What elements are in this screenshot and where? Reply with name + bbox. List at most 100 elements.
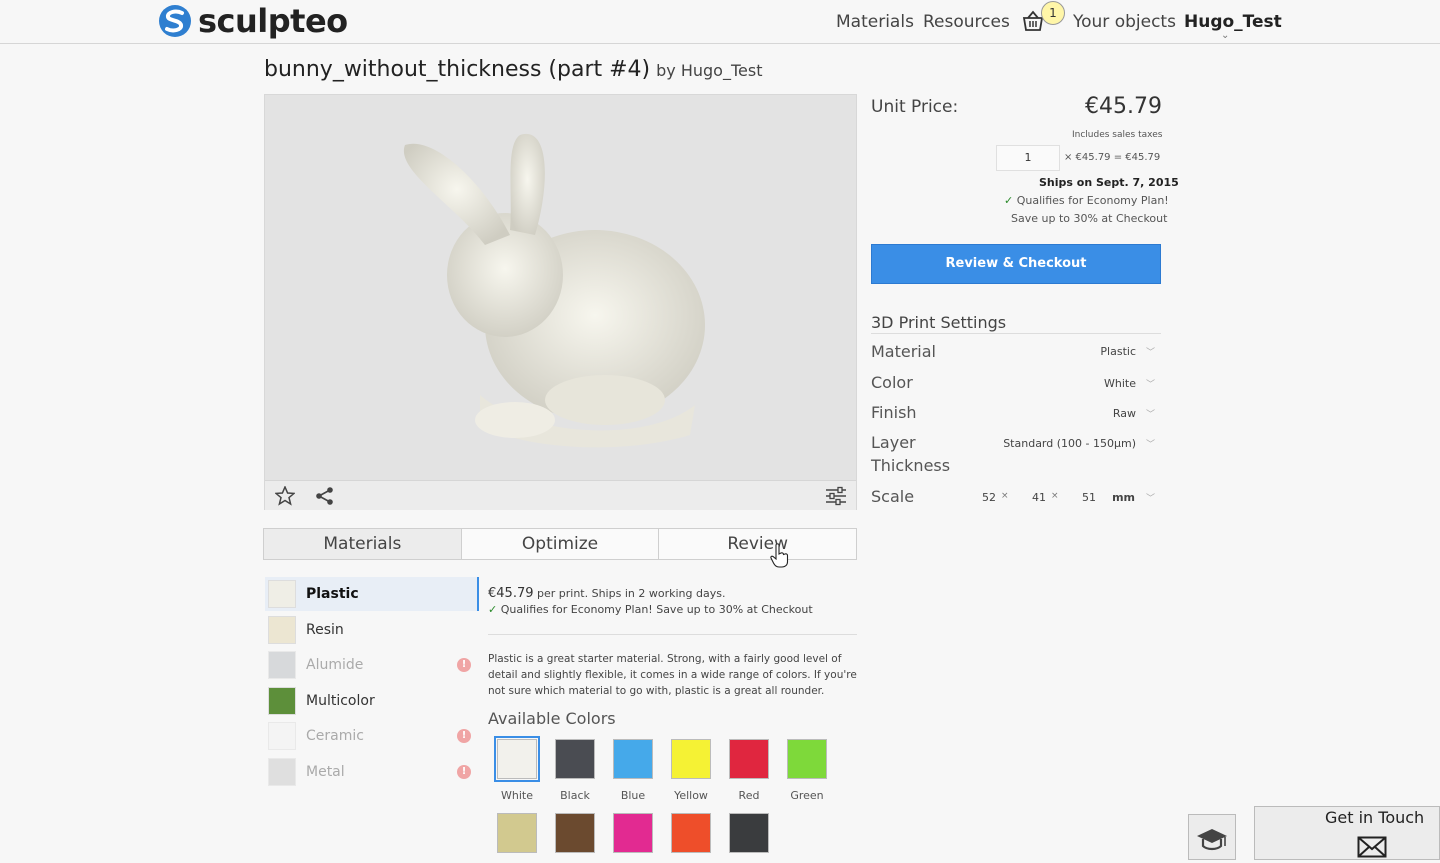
chevron-down-icon[interactable]: ﹀ [1146,345,1155,358]
material-swatch [268,615,296,644]
finish-setting-label: Finish [871,403,917,422]
nav-your-objects[interactable]: Your objects [1073,12,1176,32]
sculpteo-logo-icon [159,5,191,37]
bunny-model-render [403,133,705,448]
scale-x-input[interactable]: 52 [976,491,996,504]
share-icon[interactable] [315,486,335,506]
model-viewer[interactable] [264,94,857,510]
material-item-alumide[interactable]: Alumide! [265,648,477,682]
chevron-down-icon[interactable]: ﹀ [1146,491,1155,504]
color-label: Red [738,789,760,802]
chevron-down-icon: ⌄ [1221,30,1230,41]
qualifies-text: Qualifies for Economy Plan! [1016,194,1169,207]
scale-y-input[interactable]: 41 [1026,491,1046,504]
cart-count-badge: 1 [1041,1,1065,25]
color-swatch-green[interactable] [787,739,827,779]
material-setting-label: Material [871,342,936,361]
object-author[interactable]: by Hugo_Test [656,61,762,80]
unit-price-label: Unit Price: [871,97,959,117]
material-swatch [268,722,296,750]
quantity-calc: × €45.79 = €45.79 [1064,152,1161,163]
color-swatch-red[interactable] [729,739,769,779]
material-item-multicolor[interactable]: Multicolor [265,684,477,718]
material-swatch [268,651,296,679]
layer-setting-value[interactable]: Standard (100 - 150µm) [990,437,1136,450]
color-label: Yellow [674,789,708,802]
color-swatch-black[interactable] [555,739,595,779]
sculpteo-logo[interactable]: sculpteo [158,2,348,40]
material-price-line: €45.79 per print. Ships in 2 working day… [488,586,725,601]
check-icon: ✓ [488,603,498,616]
material-item-resin[interactable]: Resin [265,613,477,647]
divider [871,333,1161,334]
scale-z-input[interactable]: 51 [1076,491,1096,504]
material-item-plastic[interactable]: Plastic [265,577,477,611]
material-item-ceramic[interactable]: Ceramic! [265,719,477,753]
material-price-suffix: per print. Ships in 2 working days. [537,587,726,600]
tab-review[interactable]: Review [658,529,857,559]
color-swatch[interactable] [729,813,769,853]
layer-setting-label: Layer Thickness [871,431,950,477]
finish-setting-value[interactable]: Raw [1060,407,1136,420]
material-label: Plastic [306,586,359,602]
material-description: Plastic is a great starter material. Str… [488,653,857,697]
layer-label-line2: Thickness [871,456,951,475]
includes-taxes: Includes sales taxes [1072,130,1163,140]
graduation-cap-icon [1197,829,1227,851]
color-swatch-white[interactable] [494,736,540,782]
times-sign: × [1001,491,1009,501]
object-name: bunny_without_thickness (part #4) [264,57,651,82]
color-setting-label: Color [871,373,913,392]
color-swatch[interactable] [613,813,653,853]
color-swatch-blue[interactable] [613,739,653,779]
review-checkout-button[interactable]: Review & Checkout [871,244,1161,284]
quantity-input[interactable]: 1 [996,145,1060,171]
material-label: Metal [306,763,345,780]
tutorial-button[interactable] [1188,814,1236,860]
material-swatch [268,580,296,608]
warning-icon: ! [457,658,471,672]
economy-line: ✓ Qualifies for Economy Plan! Save up to… [488,603,813,616]
material-item-metal[interactable]: Metal! [265,755,477,789]
nav-materials[interactable]: Materials [836,12,914,32]
material-label: Resin [306,621,344,638]
check-icon: ✓ [1004,194,1014,207]
tab-bar: Materials Optimize Review [263,528,857,560]
color-swatch-yellow[interactable] [671,739,711,779]
user-menu[interactable]: Hugo_Test [1184,12,1282,32]
nav-resources[interactable]: Resources [923,12,1010,32]
color-swatch[interactable] [497,813,537,853]
material-setting-value[interactable]: Plastic [1060,345,1136,358]
unit-price: €45.79 [1085,94,1162,119]
warning-icon: ! [457,729,471,743]
color-label: Black [560,789,590,802]
material-label: Ceramic [306,728,364,744]
chevron-down-icon[interactable]: ﹀ [1146,407,1155,420]
settings-sliders-icon[interactable] [825,486,847,506]
color-swatch[interactable] [555,813,595,853]
star-icon[interactable] [275,486,295,506]
warning-icon: ! [457,764,471,779]
tab-optimize[interactable]: Optimize [460,529,659,559]
save-note: Save up to 30% at Checkout [1011,212,1168,225]
qualifies-economy: ✓ Qualifies for Economy Plan! [1004,194,1169,207]
available-colors-title: Available Colors [488,709,616,728]
layer-label-line1: Layer [871,433,916,452]
tab-materials[interactable]: Materials [264,529,461,559]
scale-setting-label: Scale [871,487,915,506]
get-in-touch-label[interactable]: Get in Touch [1325,808,1424,827]
economy-text: Qualifies for Economy Plan! Save up to 3… [500,603,813,616]
scale-unit[interactable]: mm [1111,491,1135,504]
hand-cursor-icon [770,543,789,568]
print-settings-title: 3D Print Settings [871,313,1007,332]
chevron-down-icon[interactable]: ﹀ [1146,377,1155,390]
color-label: White [501,789,533,802]
color-swatch[interactable] [671,813,711,853]
envelope-icon[interactable] [1357,836,1387,858]
material-swatch [268,686,296,715]
logo-wordmark: sculpteo [198,2,348,40]
page-title: bunny_without_thickness (part #4) by Hugo… [264,57,762,82]
chevron-down-icon[interactable]: ﹀ [1146,437,1155,450]
color-setting-value[interactable]: White [1060,377,1136,390]
color-label: Blue [620,789,646,802]
